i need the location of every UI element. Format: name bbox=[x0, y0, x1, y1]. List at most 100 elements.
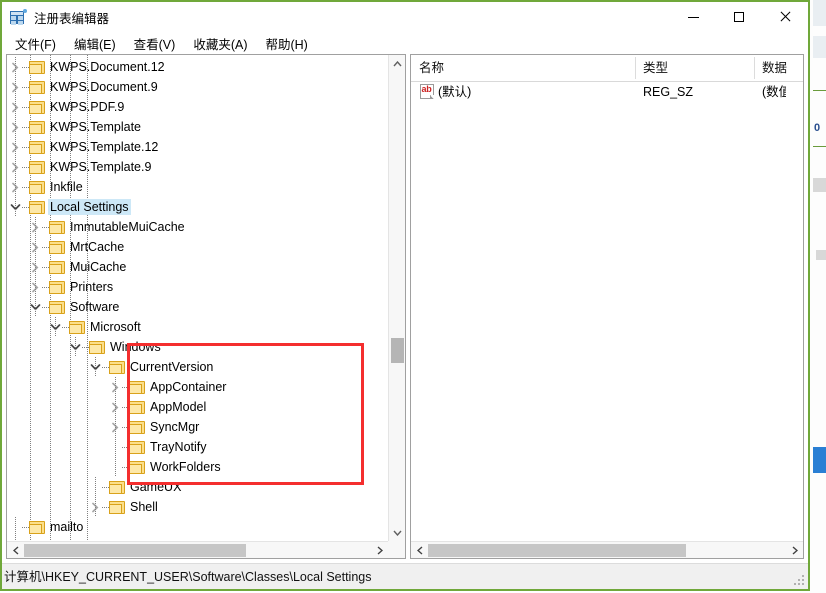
tree-connector-vertical bbox=[35, 297, 36, 317]
menu-file[interactable]: 文件(F) bbox=[6, 32, 65, 55]
tree-row[interactable]: GameUX bbox=[7, 477, 388, 497]
folder-icon bbox=[129, 381, 145, 394]
tree-item-label[interactable]: Printers bbox=[68, 279, 115, 295]
tree-row[interactable]: WorkFolders bbox=[7, 457, 388, 477]
tree-row[interactable]: KWPS.Document.9 bbox=[7, 77, 388, 97]
scroll-down-icon[interactable] bbox=[389, 524, 406, 541]
tree-row[interactable]: MrtCache bbox=[7, 237, 388, 257]
tree-row[interactable]: TrayNotify bbox=[7, 437, 388, 457]
scroll-left-icon[interactable] bbox=[7, 542, 24, 559]
title-bar[interactable]: 注册表编辑器 bbox=[2, 2, 808, 32]
menu-bar: 文件(F) 编辑(E) 查看(V) 收藏夹(A) 帮助(H) bbox=[2, 32, 808, 54]
tree-row[interactable]: Local Settings bbox=[7, 197, 388, 217]
tree-row[interactable]: KWPS.Template bbox=[7, 117, 388, 137]
tree-item-label[interactable]: WorkFolders bbox=[148, 459, 223, 475]
tree-row[interactable]: Inkfile bbox=[7, 177, 388, 197]
registry-editor-icon bbox=[10, 9, 26, 25]
scroll-right-icon[interactable] bbox=[371, 542, 388, 559]
column-header-type[interactable]: 类型 bbox=[635, 55, 754, 81]
folder-icon bbox=[109, 501, 125, 514]
tree-row[interactable]: Shell bbox=[7, 497, 388, 517]
tree-item-label[interactable]: KWPS.Template.12 bbox=[48, 139, 160, 155]
folder-icon bbox=[129, 441, 145, 454]
tree-item-label[interactable]: CurrentVersion bbox=[128, 359, 215, 375]
tree-item-label[interactable]: KWPS.Document.9 bbox=[48, 79, 160, 95]
tree-item-label[interactable]: Local Settings bbox=[48, 199, 131, 215]
tree-row[interactable]: AppContainer bbox=[7, 377, 388, 397]
tree-connector bbox=[122, 387, 129, 388]
tree-item-label[interactable]: MrtCache bbox=[68, 239, 126, 255]
tree-connector bbox=[42, 247, 49, 248]
tree-horizontal-scrollbar[interactable] bbox=[7, 541, 388, 558]
tree-item-label[interactable]: KWPS.Template bbox=[48, 119, 143, 135]
tree-row[interactable]: KWPS.Document.12 bbox=[7, 57, 388, 77]
values-horizontal-scrollbar[interactable] bbox=[411, 541, 803, 558]
tree-connector-vertical bbox=[95, 497, 96, 517]
table-row[interactable]: ab (默认) REG_SZ (数值未设置 bbox=[411, 81, 786, 103]
tree-item-label[interactable]: mailto bbox=[48, 519, 85, 535]
folder-icon bbox=[29, 121, 45, 134]
tree-row[interactable]: AppModel bbox=[7, 397, 388, 417]
value-type: REG_SZ bbox=[643, 81, 693, 103]
tree-hscroll-thumb[interactable] bbox=[24, 544, 246, 557]
minimize-button[interactable] bbox=[670, 2, 716, 32]
tree-connector-vertical bbox=[35, 257, 36, 277]
resize-grip[interactable] bbox=[793, 574, 805, 586]
tree-scroll-thumb[interactable] bbox=[391, 338, 404, 363]
tree-row[interactable]: ImmutableMuiCache bbox=[7, 217, 388, 237]
menu-favorites[interactable]: 收藏夹(A) bbox=[184, 32, 256, 55]
tree-connector bbox=[122, 467, 129, 468]
tree-connector bbox=[42, 287, 49, 288]
tree-row[interactable]: mailto bbox=[7, 517, 388, 537]
tree-row[interactable]: KWPS.Template.9 bbox=[7, 157, 388, 177]
menu-help[interactable]: 帮助(H) bbox=[256, 32, 316, 55]
menu-view[interactable]: 查看(V) bbox=[125, 32, 185, 55]
tree-row[interactable]: MuiCache bbox=[7, 257, 388, 277]
bg-text-1: 0 bbox=[814, 122, 820, 134]
tree-item-label[interactable]: Software bbox=[68, 299, 121, 315]
tree-item-label[interactable]: GameUX bbox=[128, 479, 183, 495]
column-header-data[interactable]: 数据 bbox=[754, 55, 803, 81]
tree-item-label[interactable]: KWPS.Document.12 bbox=[48, 59, 167, 75]
tree-connector bbox=[22, 127, 29, 128]
tree-vertical-scrollbar[interactable] bbox=[388, 55, 405, 541]
maximize-button[interactable] bbox=[716, 2, 762, 32]
column-header-name[interactable]: 名称 bbox=[411, 55, 635, 81]
registry-tree[interactable]: KWPS.Document.12 KWPS.Document.9 KWPS.PDF.… bbox=[7, 55, 388, 541]
tree-item-label[interactable]: KWPS.Template.9 bbox=[48, 159, 153, 175]
tree-item-label[interactable]: AppContainer bbox=[148, 379, 228, 395]
tree-row[interactable]: Windows bbox=[7, 337, 388, 357]
values-scroll-right-icon[interactable] bbox=[786, 542, 803, 559]
tree-row[interactable]: Microsoft bbox=[7, 317, 388, 337]
scroll-up-icon[interactable] bbox=[389, 55, 406, 72]
tree-row[interactable]: Printers bbox=[7, 277, 388, 297]
tree-connector bbox=[82, 347, 89, 348]
tree-item-label[interactable]: TrayNotify bbox=[148, 439, 209, 455]
tree-item-label[interactable]: Microsoft bbox=[88, 319, 143, 335]
tree-row[interactable]: Software bbox=[7, 297, 388, 317]
close-button[interactable] bbox=[762, 2, 808, 32]
values-hscroll-thumb[interactable] bbox=[428, 544, 686, 557]
tree-connector-vertical bbox=[15, 177, 16, 197]
tree-item-label[interactable]: SyncMgr bbox=[148, 419, 201, 435]
folder-icon bbox=[49, 281, 65, 294]
tree-item-label[interactable]: KWPS.PDF.9 bbox=[48, 99, 126, 115]
tree-item-label[interactable]: Inkfile bbox=[48, 179, 85, 195]
tree-row[interactable]: CurrentVersion bbox=[7, 357, 388, 377]
menu-edit[interactable]: 编辑(E) bbox=[65, 32, 125, 55]
panes-container: KWPS.Document.12 KWPS.Document.9 KWPS.PDF.… bbox=[6, 54, 804, 559]
tree-item-label[interactable]: ImmutableMuiCache bbox=[68, 219, 187, 235]
tree-connector-vertical bbox=[115, 397, 116, 417]
tree-item-label[interactable]: Windows bbox=[108, 339, 163, 355]
tree-item-label[interactable]: Shell bbox=[128, 499, 160, 515]
folder-icon bbox=[109, 481, 125, 494]
tree-row[interactable]: KWPS.Template.12 bbox=[7, 137, 388, 157]
tree-connector bbox=[22, 107, 29, 108]
tree-item-label[interactable]: MuiCache bbox=[68, 259, 128, 275]
tree-item-label[interactable]: AppModel bbox=[148, 399, 208, 415]
tree-connector-vertical bbox=[15, 77, 16, 97]
tree-row[interactable]: SyncMgr bbox=[7, 417, 388, 437]
tree-row[interactable]: KWPS.PDF.9 bbox=[7, 97, 388, 117]
tree-connector bbox=[22, 67, 29, 68]
values-scroll-left-icon[interactable] bbox=[411, 542, 428, 559]
